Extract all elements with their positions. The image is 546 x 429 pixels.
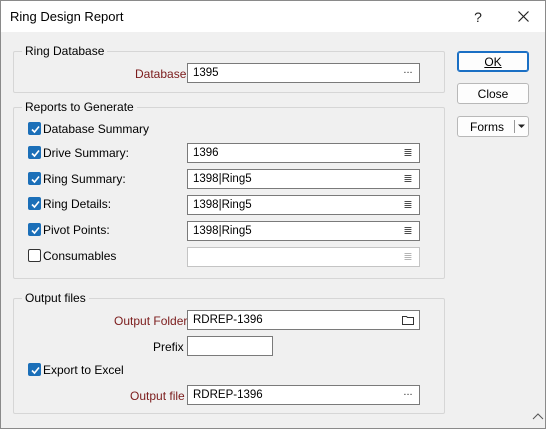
forms-button-label: Forms	[470, 119, 504, 134]
output-folder-field[interactable]: RDREP-1396	[187, 310, 420, 330]
title-bar: Ring Design Report ?	[1, 1, 545, 32]
drive-summary-field[interactable]: 1396 ≣	[187, 143, 420, 163]
pivot-points-checkbox[interactable]	[28, 223, 41, 236]
ring-details-checkbox[interactable]	[28, 197, 41, 210]
ring-summary-field[interactable]: 1398|Ring5 ≣	[187, 169, 420, 189]
output-file-label: Output file	[130, 389, 185, 403]
check-icon	[31, 175, 40, 184]
pivot-points-field[interactable]: 1398|Ring5 ≣	[187, 221, 420, 241]
output-folder-label: Output Folder	[114, 314, 188, 328]
database-field[interactable]: 1395 ...	[187, 63, 420, 83]
export-to-excel-checkbox[interactable]	[28, 363, 41, 376]
drive-summary-label: Drive Summary:	[43, 146, 130, 160]
output-file-browse-icon[interactable]: ...	[401, 383, 415, 401]
check-icon	[31, 200, 40, 209]
window-title: Ring Design Report	[10, 9, 124, 24]
output-folder-value: RDREP-1396	[193, 314, 263, 326]
check-icon	[31, 149, 40, 158]
pivot-points-label: Pivot Points:	[43, 223, 110, 237]
ok-button-label: OK	[484, 54, 502, 69]
list-icon[interactable]: ≣	[401, 144, 415, 162]
list-icon[interactable]: ≣	[401, 222, 415, 240]
chevron-down-icon[interactable]	[517, 123, 526, 130]
ring-design-report-dialog: Ring Design Report ? Ring Database Datab…	[0, 0, 546, 429]
consumables-label: Consumables	[43, 249, 117, 263]
database-summary-label: Database Summary	[43, 122, 150, 136]
check-icon	[31, 125, 40, 134]
ok-button[interactable]: OK	[457, 51, 529, 72]
consumables-field[interactable]: ≣	[187, 247, 420, 267]
ring-database-legend: Ring Database	[22, 44, 108, 58]
ring-summary-value: 1398|Ring5	[193, 173, 252, 185]
database-summary-checkbox[interactable]	[28, 122, 41, 135]
close-icon	[517, 11, 529, 22]
list-icon[interactable]: ≣	[401, 196, 415, 214]
ring-summary-checkbox[interactable]	[28, 172, 41, 185]
database-label: Database	[135, 67, 187, 81]
output-file-value: RDREP-1396	[193, 389, 263, 401]
ring-details-label: Ring Details:	[43, 197, 112, 211]
check-icon	[31, 366, 40, 375]
reports-legend: Reports to Generate	[22, 100, 137, 114]
output-file-field[interactable]: RDREP-1396 ...	[187, 385, 420, 405]
forms-button[interactable]: Forms	[457, 116, 529, 137]
list-icon[interactable]: ≣	[401, 170, 415, 188]
database-value: 1395	[193, 67, 219, 79]
prefix-field[interactable]	[187, 336, 273, 356]
ring-details-value: 1398|Ring5	[193, 199, 252, 211]
folder-icon[interactable]	[401, 311, 415, 329]
database-browse-icon[interactable]: ...	[401, 61, 415, 79]
drive-summary-value: 1396	[193, 147, 219, 159]
ring-details-field[interactable]: 1398|Ring5 ≣	[187, 195, 420, 215]
check-icon	[31, 226, 40, 235]
resize-grip-icon[interactable]	[532, 411, 544, 421]
prefix-label: Prefix	[153, 340, 184, 354]
close-button-label: Close	[477, 86, 509, 101]
close-window-button[interactable]	[507, 1, 539, 32]
drive-summary-checkbox[interactable]	[28, 146, 41, 159]
ring-summary-label: Ring Summary:	[43, 172, 126, 186]
output-files-legend: Output files	[22, 291, 89, 305]
help-button[interactable]: ?	[463, 1, 493, 32]
forms-split-divider	[514, 120, 515, 133]
close-button[interactable]: Close	[457, 83, 529, 104]
consumables-checkbox[interactable]	[28, 249, 41, 262]
list-icon[interactable]: ≣	[401, 248, 415, 266]
help-icon: ?	[474, 8, 482, 25]
export-to-excel-label: Export to Excel	[43, 363, 124, 377]
pivot-points-value: 1398|Ring5	[193, 225, 252, 237]
